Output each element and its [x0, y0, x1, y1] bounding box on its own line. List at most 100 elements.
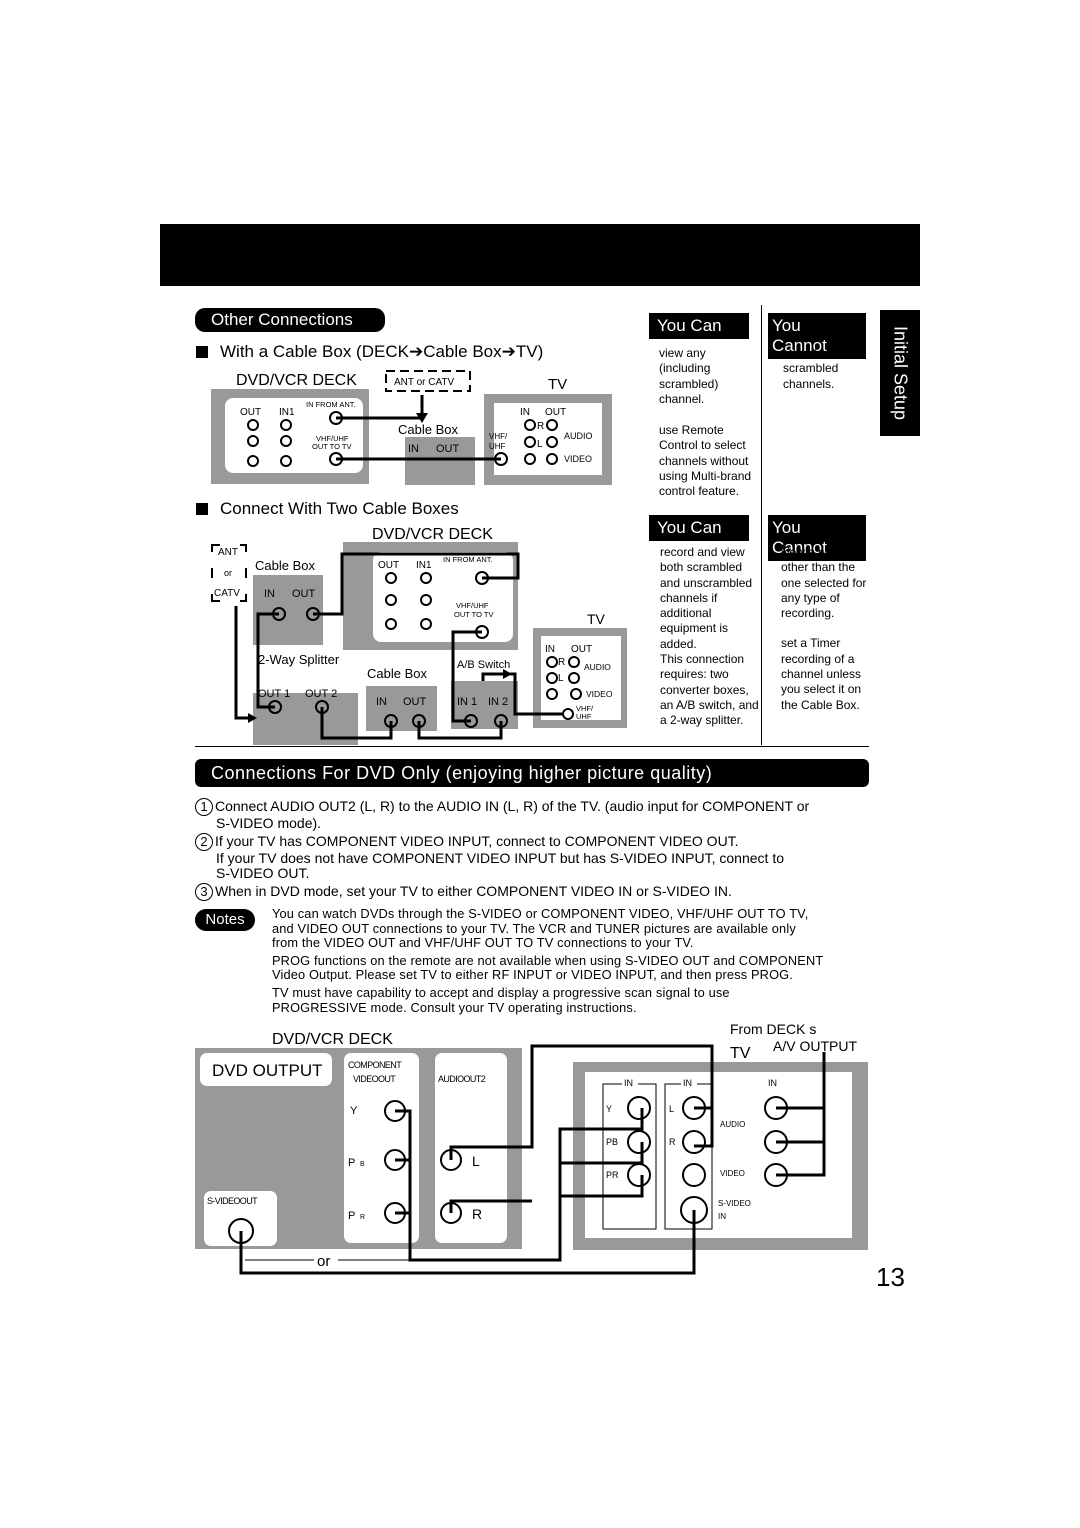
tv-in-label: IN	[768, 1078, 777, 1088]
videoout-label: VIDEOOUT	[353, 1074, 396, 1084]
out-label: OUT	[240, 407, 261, 418]
you-can-label-1: You Can	[649, 313, 749, 339]
out2-label: OUT 2	[305, 688, 337, 700]
step-2: 2 If your TV has COMPONENT VIDEO INPUT, c…	[195, 833, 885, 881]
cb-out-label: OUT	[436, 443, 460, 455]
tv-l-label: L	[537, 439, 543, 450]
cb1-in: IN	[264, 588, 275, 600]
tv-audio-label: AUDIO	[720, 1120, 745, 1129]
tv-in-label: IN	[624, 1078, 633, 1088]
tv-vhf-label: VHF/	[489, 432, 508, 441]
bullet-square-icon	[196, 346, 208, 358]
tv-r: R	[558, 657, 565, 668]
tv-audio-label: AUDIO	[564, 431, 593, 441]
tv-label: TV	[730, 1045, 751, 1062]
l-label: L	[472, 1153, 480, 1169]
tv-in-label: IN	[683, 1078, 692, 1088]
r-label: R	[472, 1206, 482, 1222]
in1-label: IN1	[279, 407, 295, 418]
tv-y-label: Y	[606, 1104, 612, 1114]
deck-label: DVD/VCR DECK	[272, 1031, 393, 1048]
tv-out-label: OUT	[545, 407, 566, 418]
deck-label: DVD/VCR DECK	[372, 526, 493, 543]
splitter-label: 2-Way Splitter	[258, 652, 340, 667]
notes-text: You can watch DVDs through the S-VIDEO o…	[272, 906, 892, 1015]
you-can-item: view any (including scrambled) channel.	[659, 346, 719, 406]
cable-box-heading: With a Cable Box (DECK➔Cable Box➔TV)	[196, 342, 543, 362]
notes-label: Notes	[195, 909, 255, 931]
cb1-out: OUT	[292, 588, 316, 600]
tv-in: IN	[545, 644, 555, 655]
cb-in-label: IN	[408, 443, 419, 455]
tv-label: TV	[548, 376, 567, 393]
audio-out2-label: AUDIOOUT2	[438, 1074, 486, 1084]
pr-label: P	[348, 1210, 355, 1222]
out-label: OUT	[378, 560, 399, 571]
tv-uhf: UHF	[576, 712, 592, 721]
svideo-out-label: S-VIDEOOUT	[207, 1196, 258, 1206]
tv-label: TV	[587, 611, 606, 627]
you-cannot-item: record scrambled channels.	[783, 346, 839, 391]
pr-sub: R	[360, 1214, 365, 1221]
cable-box-1-panel	[253, 575, 323, 645]
dvd-only-banner: Connections For DVD Only (enjoying highe…	[195, 759, 869, 787]
you-cannot-item: view a channel other than the one select…	[781, 545, 867, 621]
you-can-item: This connection requires: two converter …	[660, 652, 759, 728]
bullet-square-icon	[196, 503, 208, 515]
note-item: PROG functions on the remote are not ava…	[272, 952, 824, 983]
cable-box-2-label: Cable Box	[367, 666, 427, 681]
cable-box-1-label: Cable Box	[255, 558, 315, 573]
note-item: You can watch DVDs through the S-VIDEO o…	[272, 906, 809, 951]
step-3: 3 When in DVD mode, set your TV to either…	[195, 883, 885, 901]
tv-video: VIDEO	[586, 689, 613, 699]
or-label: or	[224, 568, 232, 578]
ant-label: ANT or CATV	[394, 377, 455, 388]
in-from-ant-label: IN FROM ANT.	[306, 400, 356, 409]
cb2-in: IN	[376, 696, 387, 708]
ab-in1: IN 1	[457, 696, 477, 708]
you-can-item: use Remote Control to select channels wi…	[659, 423, 752, 499]
tv-pr-label: PR	[606, 1170, 619, 1180]
deck-label: DVD/VCR DECK	[236, 372, 357, 389]
cable-box-label: Cable Box	[398, 422, 458, 437]
note-item: TV must have capability to accept and di…	[272, 984, 730, 1015]
you-cannot-text-2: view a channel other than the one select…	[781, 545, 873, 713]
step-1: 1 Connect AUDIO OUT2 (L, R) to the AUDIO …	[195, 798, 885, 831]
step-number: 2	[195, 833, 213, 851]
tv-l: L	[558, 673, 564, 684]
step-number: 3	[195, 883, 213, 901]
you-can-label-2: You Can	[649, 515, 749, 541]
cb2-out: OUT	[403, 696, 427, 708]
ant-label: ANT	[218, 547, 238, 558]
steps-list: 1 Connect AUDIO OUT2 (L, R) to the AUDIO …	[195, 798, 885, 901]
y-label: Y	[350, 1105, 358, 1117]
tv-uhf-label: UHF	[489, 442, 506, 451]
tv-pb-label: PB	[606, 1137, 618, 1147]
out-to-tv-label: OUT TO TV	[454, 610, 493, 619]
dvd-connection-diagram: DVD/VCR DECK DVD OUTPUT COMPONENT VIDEOO…	[195, 1021, 868, 1275]
you-can-text-2: record and view both scrambled and unscr…	[660, 545, 760, 729]
cable-box-2-panel	[366, 686, 437, 731]
tv-svideo-in-label: IN	[718, 1212, 726, 1221]
from-deck-label: From DECK s	[730, 1021, 816, 1037]
section-tab-initial-setup: Initial Setup	[880, 310, 920, 436]
you-cannot-item: set a Timer recording of a channel unles…	[781, 636, 862, 712]
page-number: 13	[876, 1262, 905, 1292]
two-boxes-diagram: DVD/VCR DECK ANT or CATV Cable Box IN OU…	[211, 526, 627, 745]
pb-label: P	[348, 1157, 355, 1169]
tv-out: OUT	[571, 644, 592, 655]
section-divider	[195, 746, 869, 747]
tv-svideo-label: S-VIDEO	[718, 1199, 751, 1208]
other-connections-pill: Other Connections	[195, 308, 385, 332]
out-to-tv-label: OUT TO TV	[312, 442, 351, 451]
in1-label: IN1	[416, 560, 432, 571]
ab-switch-label: A/B Switch	[457, 659, 510, 671]
cable-box-diagram: DVD/VCR DECK ANT or CATV TV OUT IN1 IN F…	[211, 370, 612, 485]
pb-sub: B	[360, 1161, 365, 1168]
step-number: 1	[195, 798, 213, 816]
tv-r-label: R	[669, 1137, 676, 1147]
out1-label: OUT 1	[258, 688, 290, 700]
av-output-label: A/V OUTPUT	[773, 1038, 857, 1054]
column-divider	[761, 305, 762, 745]
vhf-uhf-label: VHF/UHF	[456, 601, 489, 610]
